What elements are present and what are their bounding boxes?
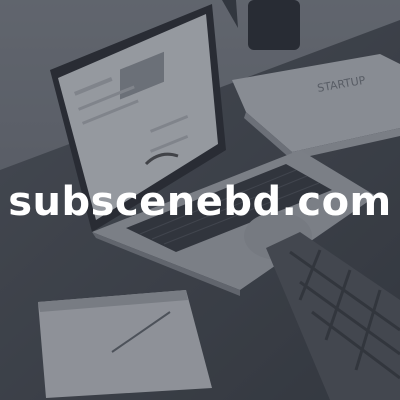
hero-banner: STARTUP subscenebd.com — [0, 0, 400, 400]
site-name-watermark: subscenebd.com — [8, 179, 392, 225]
